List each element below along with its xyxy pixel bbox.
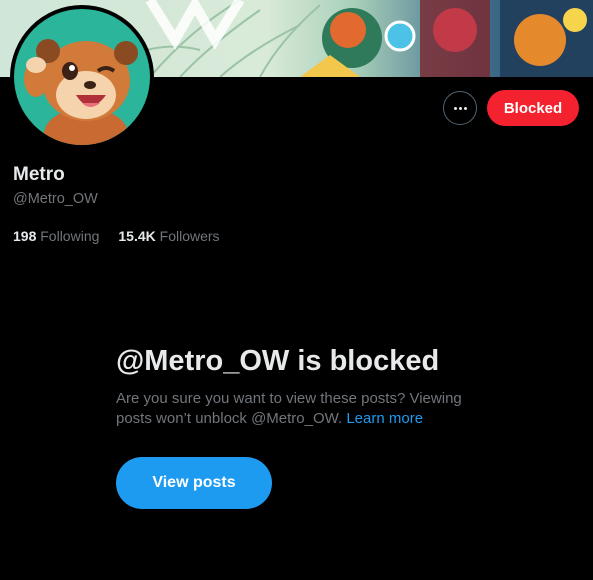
- profile-stats: 198 Following 15.4K Followers: [13, 228, 220, 244]
- blocked-notice-description: Are you sure you want to view these post…: [116, 389, 486, 429]
- blocked-button[interactable]: Blocked: [487, 90, 579, 126]
- followers-link[interactable]: 15.4K Followers: [118, 228, 219, 244]
- following-link[interactable]: 198 Following: [13, 228, 99, 244]
- following-label: Following: [40, 228, 100, 244]
- profile-avatar[interactable]: [10, 5, 154, 149]
- view-posts-button[interactable]: View posts: [116, 457, 272, 509]
- followers-label: Followers: [159, 228, 220, 244]
- profile-handle: @Metro_OW: [13, 191, 98, 207]
- more-dot: [463, 106, 467, 110]
- profile-page: Blocked Metro @Metro_OW 198 Following 15…: [0, 0, 593, 580]
- more-dot: [458, 106, 462, 110]
- following-count: 198: [13, 228, 37, 244]
- profile-display-name: Metro: [13, 164, 65, 185]
- blocked-notice-title: @Metro_OW is blocked: [116, 345, 440, 377]
- followers-count: 15.4K: [118, 228, 156, 244]
- learn-more-link[interactable]: Learn more: [346, 410, 423, 427]
- more-options-button[interactable]: [443, 91, 477, 125]
- more-dot: [453, 106, 457, 110]
